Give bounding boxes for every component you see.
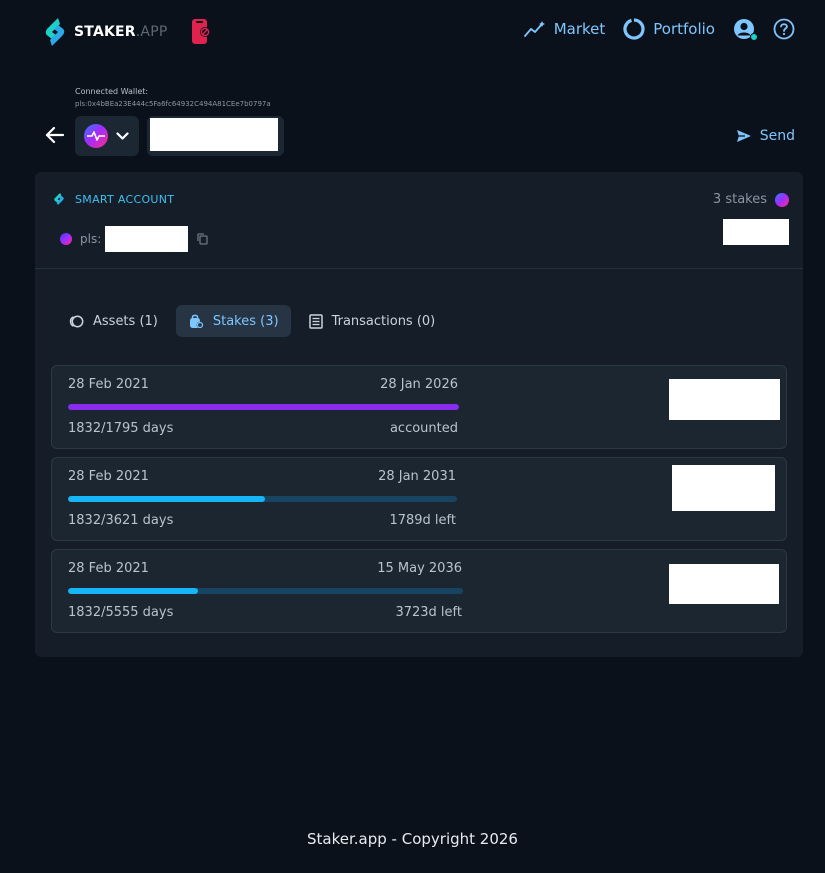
redacted-block — [150, 118, 278, 151]
top-nav: Market Portfolio — [506, 18, 795, 41]
receipt-icon — [308, 313, 323, 329]
tab-bar: Assets (1) Stakes (3) Transactions (0) — [55, 305, 453, 337]
stake-row[interactable]: 28 Feb 2021 28 Jan 2031 1832/3621 days 1… — [51, 457, 787, 541]
stake-status: accounted — [389, 421, 458, 436]
help-button[interactable] — [773, 18, 795, 40]
smart-account-card: SMART ACCOUNT 3 stakes pls: Assets (1) S… — [35, 172, 803, 657]
tab-transactions[interactable]: Transactions (0) — [297, 305, 448, 337]
brand-name: STAKER.APP — [74, 24, 168, 40]
stake-end-date: 28 Jan 2031 — [378, 469, 456, 484]
smart-account-title: SMART ACCOUNT — [75, 192, 175, 206]
stake-status: 3723d left — [395, 605, 462, 620]
stake-days: 1832/3621 days — [68, 513, 174, 528]
staker-logo[interactable]: STAKER.APP — [42, 16, 168, 48]
stakes-count: 3 stakes — [713, 192, 789, 207]
stake-progress-fill — [68, 496, 265, 502]
stake-start-date: 28 Feb 2021 — [68, 377, 149, 392]
chevron-down-icon — [116, 131, 129, 140]
stake-progress-fill — [68, 588, 199, 594]
send-label: Send — [759, 128, 795, 144]
divider — [35, 268, 803, 269]
stakes-count-label: 3 stakes — [712, 192, 767, 207]
stake-row[interactable]: 28 Feb 2021 28 Jan 2026 1832/1795 days a… — [51, 365, 787, 449]
redacted-block — [672, 465, 775, 511]
disconnected-device-icon[interactable] — [190, 18, 212, 46]
help-icon — [773, 18, 795, 40]
stake-end-date: 15 May 2036 — [377, 561, 462, 576]
connected-wallet-address: pls:0x4bBEa23E444c5Fa6fc64932C494A81CEe7… — [75, 100, 271, 108]
redacted-block — [105, 226, 189, 252]
stake-start-date: 28 Feb 2021 — [68, 561, 149, 576]
stake-status: 1789d left — [389, 513, 456, 528]
send-icon — [736, 130, 751, 142]
stake-progress-fill — [68, 404, 459, 410]
user-account-button[interactable] — [733, 18, 758, 41]
connected-wallet-label: Connected Wallet: — [75, 87, 149, 96]
tab-stakes[interactable]: Stakes (3) — [175, 305, 291, 337]
market-chart-icon — [523, 21, 545, 37]
account-prefix: pls: — [80, 232, 102, 246]
stake-days: 1832/5555 days — [68, 605, 174, 620]
staker-logo-icon — [45, 18, 65, 46]
back-arrow-icon[interactable] — [44, 124, 66, 146]
tab-assets-label: Assets (1) — [93, 313, 158, 329]
tab-transactions-label: Transactions (0) — [331, 313, 436, 329]
staker-mini-icon — [54, 193, 64, 205]
smart-account-heading: SMART ACCOUNT — [53, 192, 174, 206]
account-coin-icon — [60, 233, 72, 245]
pulsechain-mini-icon — [775, 192, 789, 207]
stake-lock-icon — [189, 314, 204, 328]
stake-days: 1832/1795 days — [68, 421, 174, 436]
pulsechain-logo-icon — [84, 124, 108, 148]
online-status-dot — [750, 33, 758, 41]
send-button[interactable]: Send — [736, 128, 795, 144]
wallet-name-field[interactable] — [147, 116, 284, 156]
copy-icon[interactable] — [197, 233, 208, 245]
coins-icon — [69, 315, 84, 327]
redacted-block — [723, 219, 789, 245]
footer-copyright: Staker.app - Copyright 2026 — [307, 830, 518, 848]
stake-row[interactable]: 28 Feb 2021 15 May 2036 1832/5555 days 3… — [51, 549, 787, 633]
stake-progress-bar — [68, 404, 459, 410]
stake-progress-bar — [68, 496, 457, 502]
redacted-block — [669, 564, 779, 604]
stake-progress-bar — [68, 588, 463, 594]
nav-portfolio[interactable]: Portfolio — [623, 18, 715, 40]
nav-portfolio-label: Portfolio — [653, 20, 715, 38]
nav-market-label: Market — [553, 20, 606, 38]
portfolio-ring-icon — [623, 18, 645, 40]
tab-assets[interactable]: Assets (1) — [55, 305, 170, 337]
stake-end-date: 28 Jan 2026 — [380, 377, 458, 392]
account-address-row: pls: — [60, 226, 208, 252]
stake-start-date: 28 Feb 2021 — [68, 469, 149, 484]
nav-market[interactable]: Market — [523, 20, 606, 38]
redacted-block — [669, 379, 780, 420]
network-selector[interactable] — [75, 116, 139, 156]
tab-stakes-label: Stakes (3) — [212, 313, 279, 329]
